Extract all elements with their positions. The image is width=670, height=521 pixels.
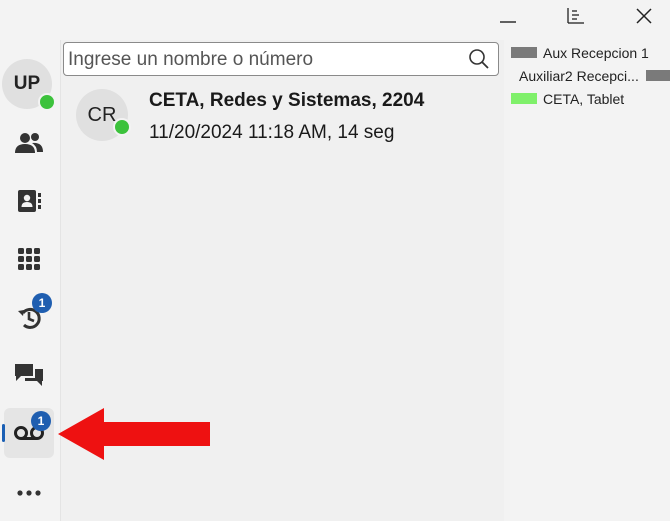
search-box[interactable] [63, 42, 499, 76]
call-timestamp-duration: 11/20/2024 11:18 AM, 14 seg [149, 122, 395, 143]
rail-item-voicemail[interactable]: 1 [2, 408, 54, 458]
minimize-button[interactable] [490, 4, 526, 28]
close-icon [636, 8, 652, 24]
rail-item-chat[interactable] [4, 350, 54, 400]
rail-item-history[interactable]: 1 [4, 292, 54, 342]
status-swatch [511, 47, 537, 58]
history-badge: 1 [32, 293, 52, 313]
contacts-panel [504, 40, 670, 521]
people-icon [15, 133, 43, 153]
rail-item-more[interactable] [4, 468, 54, 518]
rail-item-dialpad[interactable] [4, 234, 54, 284]
contact-item[interactable]: Aux Recepcion 1 [543, 45, 649, 61]
pane-layout-icon [567, 8, 584, 24]
nav-rail: 1 1 [0, 40, 60, 521]
status-swatch [646, 70, 670, 81]
close-button[interactable] [626, 4, 662, 28]
search-icon[interactable] [468, 48, 490, 70]
minimize-icon [500, 21, 516, 23]
chat-icon [15, 364, 43, 386]
caller-initials: CR [87, 103, 117, 126]
contact-card-icon [18, 190, 41, 212]
status-swatch [511, 93, 537, 104]
pane-layout-button[interactable] [558, 4, 594, 28]
contact-item[interactable]: CETA, Tablet [543, 91, 624, 107]
voicemail-badge: 1 [31, 411, 51, 431]
rail-item-directory[interactable] [4, 176, 54, 226]
caller-presence-indicator [113, 118, 131, 136]
caller-name: CETA, Redes y Sistemas, 2204 [149, 90, 425, 111]
search-input[interactable] [66, 46, 460, 74]
annotation-arrow-icon [58, 408, 210, 460]
more-icon [17, 490, 41, 496]
contact-item[interactable]: Auxiliar2 Recepci... [519, 68, 639, 84]
caller-avatar: CR [76, 89, 131, 141]
rail-item-contacts[interactable] [4, 118, 54, 168]
list-item[interactable]: CR CETA, Redes y Sistemas, 2204 11/20/20… [74, 86, 494, 150]
title-bar [0, 0, 670, 34]
dialpad-icon [18, 248, 40, 270]
